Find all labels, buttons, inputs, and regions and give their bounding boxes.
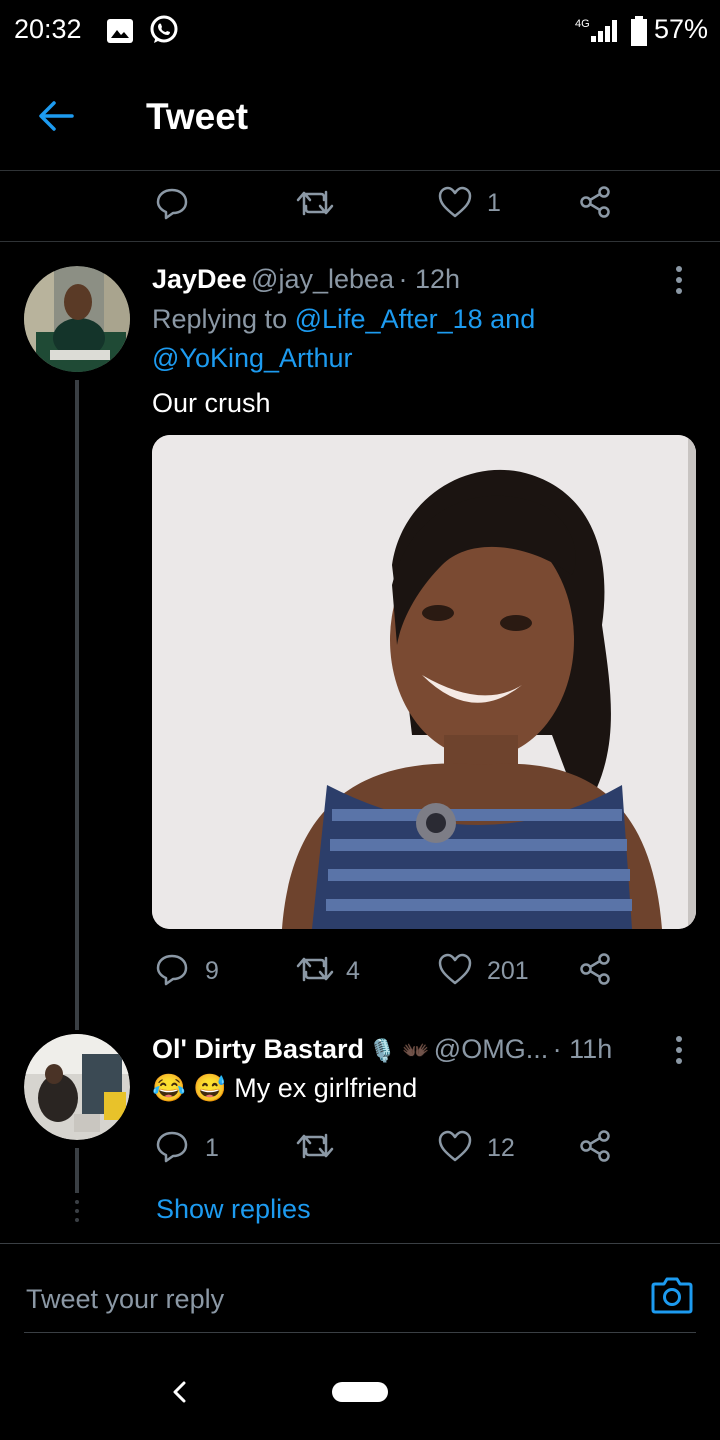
like-icon[interactable]: [437, 185, 473, 219]
tweet-actions: 9 4 201: [0, 940, 720, 1000]
battery-icon: [631, 16, 647, 46]
retweet-icon[interactable]: [296, 954, 334, 984]
composer-divider: [0, 1243, 720, 1244]
tweet-header: Ol' Dirty Bastard 🎙️ 👐🏿 @OMG... · 11h: [152, 1034, 612, 1065]
thread-dot: [75, 1200, 79, 1204]
mention-link[interactable]: @Life_After_18: [295, 304, 483, 334]
thread-dot: [75, 1209, 79, 1213]
retweet-count: 4: [346, 957, 360, 985]
back-arrow-icon[interactable]: [36, 96, 76, 136]
like-icon[interactable]: [437, 1129, 473, 1163]
nav-home-pill[interactable]: [332, 1382, 388, 1402]
reply-count: 9: [205, 957, 219, 985]
display-name[interactable]: Ol' Dirty Bastard: [152, 1034, 364, 1064]
network-type-label: 4G: [575, 18, 590, 30]
reply-count: 1: [205, 1134, 219, 1162]
retweet-icon[interactable]: [296, 188, 334, 218]
status-time: 20:32: [14, 14, 82, 44]
timestamp: · 11h: [552, 1034, 613, 1064]
system-nav-bar: [0, 1340, 720, 1440]
tweet-text: Our crush: [152, 388, 271, 418]
tweet-emoji: 😂 😅: [152, 1073, 227, 1103]
tweet-text-body: My ex girlfriend: [234, 1073, 418, 1103]
mention-and[interactable]: and: [490, 304, 535, 334]
reply-input[interactable]: [24, 1278, 628, 1320]
handle[interactable]: @jay_lebea: [251, 264, 394, 294]
retweet-icon[interactable]: [296, 1131, 334, 1161]
timestamp: · 12h: [398, 264, 461, 294]
reply-icon[interactable]: [155, 1129, 189, 1163]
gallery-notification-icon: [107, 19, 133, 43]
display-name[interactable]: JayDee: [152, 264, 247, 294]
name-emoji: 🎙️ 👐🏿: [368, 1038, 430, 1063]
handle[interactable]: @OMG...: [434, 1034, 548, 1064]
reply-icon[interactable]: [155, 186, 189, 220]
thread-dot: [75, 1218, 79, 1222]
like-count: 12: [487, 1134, 515, 1162]
thread-line: [75, 380, 79, 1030]
like-count: 1: [487, 189, 501, 217]
nav-back-icon[interactable]: [170, 1380, 190, 1404]
previous-tweet-actions: 1: [0, 171, 720, 241]
thread-line: [75, 1148, 79, 1193]
share-icon[interactable]: [578, 952, 612, 986]
avatar[interactable]: [24, 1034, 130, 1140]
app-header: Tweet: [0, 62, 720, 171]
tweet-text: 😂 😅 My ex girlfriend: [152, 1072, 417, 1104]
tweet-ol-dirty-bastard[interactable]: Ol' Dirty Bastard 🎙️ 👐🏿 @OMG... · 11h 😂 …: [0, 1010, 720, 1242]
signal-icon: [591, 20, 617, 42]
like-icon[interactable]: [437, 952, 473, 986]
battery-percentage: 57%: [653, 14, 708, 44]
share-icon[interactable]: [578, 185, 612, 219]
status-bar: 20:32 4G 57%: [0, 0, 720, 62]
replying-to: Replying to @Life_After_18 and @YoKing_A…: [152, 300, 692, 378]
page-title: Tweet: [146, 96, 249, 137]
tweet-header: JayDee @jay_lebea · 12h: [152, 264, 460, 295]
avatar[interactable]: [24, 266, 130, 372]
more-options-icon[interactable]: [671, 1034, 687, 1066]
share-icon[interactable]: [578, 1129, 612, 1163]
reply-composer: [24, 1270, 696, 1333]
tweet-photo[interactable]: [152, 435, 696, 929]
like-count: 201: [487, 957, 529, 985]
show-replies-link[interactable]: Show replies: [156, 1194, 311, 1225]
replying-to-label: Replying to: [152, 304, 288, 334]
camera-icon[interactable]: [651, 1274, 693, 1314]
photo-image: [152, 435, 696, 929]
mention-link[interactable]: @YoKing_Arthur: [152, 343, 353, 373]
whatsapp-notification-icon: [150, 15, 178, 43]
reply-icon[interactable]: [155, 952, 189, 986]
more-options-icon[interactable]: [671, 264, 687, 296]
